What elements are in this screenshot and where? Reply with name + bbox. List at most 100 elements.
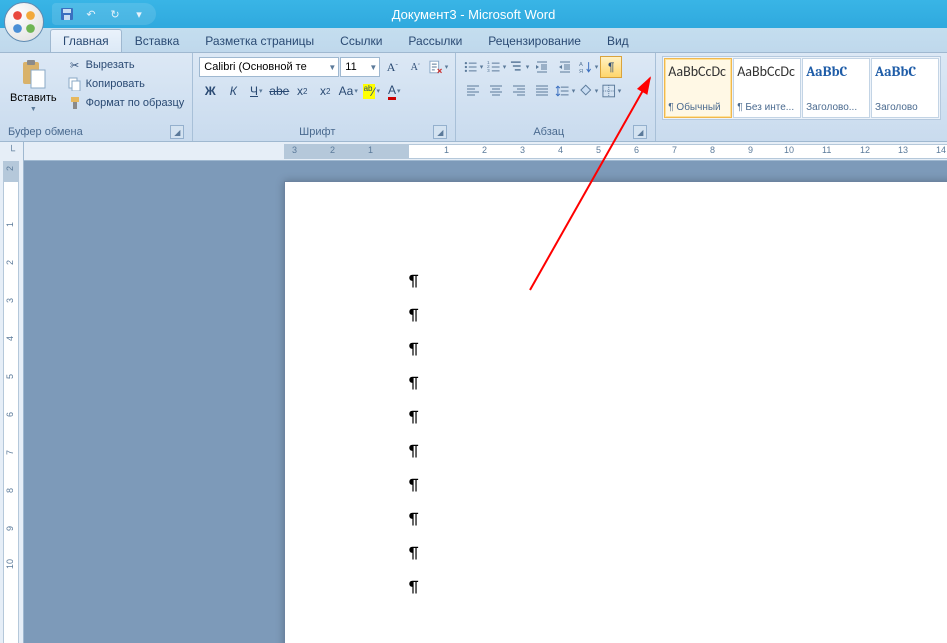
- ruler-num: 10: [784, 145, 794, 155]
- shading-button[interactable]: [577, 80, 599, 102]
- ruler-num: 10: [5, 559, 15, 569]
- decrease-indent-button[interactable]: [531, 56, 553, 78]
- ruler-num: 2: [330, 145, 335, 155]
- strikethrough-button[interactable]: abe: [268, 80, 290, 102]
- ruler-num: 6: [5, 412, 15, 417]
- tab-insert[interactable]: Вставка: [122, 29, 193, 52]
- tab-references[interactable]: Ссылки: [327, 29, 395, 52]
- style-preview: AaBbCcDc: [668, 63, 728, 80]
- document-area[interactable]: ¶¶¶¶¶¶¶¶¶¶: [24, 161, 947, 643]
- ruler-num: 13: [898, 145, 908, 155]
- ruler-num: 5: [596, 145, 601, 155]
- numbering-button[interactable]: 123: [485, 56, 507, 78]
- ruler-num: 2: [5, 166, 15, 171]
- svg-text:3: 3: [487, 68, 490, 74]
- redo-icon[interactable]: ↻: [106, 5, 124, 23]
- font-name-combo[interactable]: Calibri (Основной те▼: [199, 57, 339, 77]
- paste-button[interactable]: Вставить ▼: [6, 56, 61, 115]
- bullets-button[interactable]: [462, 56, 484, 78]
- increase-indent-button[interactable]: [554, 56, 576, 78]
- ruler-num: 8: [5, 488, 15, 493]
- paragraph-mark: ¶: [409, 306, 947, 340]
- clear-formatting-button[interactable]: [427, 56, 449, 78]
- underline-button[interactable]: Ч: [245, 80, 267, 102]
- style-preview: AaBbC: [875, 63, 935, 80]
- multilevel-list-button[interactable]: [508, 56, 530, 78]
- superscript-button[interactable]: x2: [314, 80, 336, 102]
- show-hide-marks-button[interactable]: ¶: [600, 56, 622, 78]
- tab-view[interactable]: Вид: [594, 29, 642, 52]
- title-bar: ↶ ↻ ▾ Документ3 - Microsoft Word: [0, 0, 947, 28]
- ruler-num: 3: [520, 145, 525, 155]
- grow-font-button[interactable]: Aˆ: [381, 56, 403, 78]
- paragraph-mark: ¶: [409, 544, 947, 578]
- ruler-num: 8: [710, 145, 715, 155]
- vertical-ruler[interactable]: 2 1 2 3 4 5 6 7 8 9 10: [0, 161, 24, 643]
- format-painter-button[interactable]: Формат по образцу: [65, 94, 187, 112]
- paragraph-mark: ¶: [409, 374, 947, 408]
- paragraph-mark: ¶: [409, 510, 947, 544]
- ruler-num: 1: [368, 145, 373, 155]
- group-clipboard: Вставить ▼ ✂ Вырезать Копировать: [0, 53, 193, 141]
- italic-button[interactable]: К: [222, 80, 244, 102]
- ruler-num: 7: [672, 145, 677, 155]
- style-normal[interactable]: AaBbCcDc ¶ Обычный: [664, 58, 732, 118]
- style-name: Заголово: [875, 102, 935, 113]
- ruler-num: 4: [558, 145, 563, 155]
- align-right-button[interactable]: [508, 80, 530, 102]
- ruler-num: 3: [292, 145, 297, 155]
- tab-review[interactable]: Рецензирование: [475, 29, 594, 52]
- group-styles: AaBbCcDc ¶ Обычный AaBbCcDc ¶ Без инте..…: [656, 53, 947, 141]
- style-heading1[interactable]: AaBbC Заголово...: [802, 58, 870, 118]
- page[interactable]: ¶¶¶¶¶¶¶¶¶¶: [284, 181, 947, 643]
- ruler-num: 7: [5, 450, 15, 455]
- tab-mailings[interactable]: Рассылки: [395, 29, 475, 52]
- copy-label: Копировать: [86, 78, 145, 90]
- align-left-button[interactable]: [462, 80, 484, 102]
- office-button[interactable]: [4, 2, 44, 42]
- align-center-button[interactable]: [485, 80, 507, 102]
- paragraph-mark: ¶: [409, 442, 947, 476]
- highlight-button[interactable]: ab⁄: [360, 80, 382, 102]
- tab-home[interactable]: Главная: [50, 29, 122, 52]
- quick-access-toolbar: ↶ ↻ ▾: [52, 3, 156, 25]
- ruler-num: 5: [5, 374, 15, 379]
- ribbon-tabs: Главная Вставка Разметка страницы Ссылки…: [0, 28, 947, 53]
- tab-selector[interactable]: └: [0, 142, 24, 161]
- ruler-num: 9: [5, 526, 15, 531]
- style-heading2[interactable]: AaBbC Заголово: [871, 58, 939, 118]
- cut-button[interactable]: ✂ Вырезать: [65, 56, 187, 74]
- paragraph-mark: ¶: [409, 578, 947, 612]
- bold-button[interactable]: Ж: [199, 80, 221, 102]
- borders-button[interactable]: [600, 80, 622, 102]
- undo-icon[interactable]: ↶: [82, 5, 100, 23]
- copy-button[interactable]: Копировать: [65, 75, 187, 93]
- font-size-combo[interactable]: 11▼: [340, 57, 380, 77]
- change-case-button[interactable]: Aa: [337, 80, 359, 102]
- horizontal-ruler[interactable]: 3 2 1 1 2 3 4 5 6 7 8 9 10 11 12 13 14: [24, 142, 947, 160]
- save-icon[interactable]: [58, 5, 76, 23]
- style-no-spacing[interactable]: AaBbCcDc ¶ Без инте...: [733, 58, 801, 118]
- line-spacing-button[interactable]: [554, 80, 576, 102]
- shrink-font-button[interactable]: Aˇ: [404, 56, 426, 78]
- subscript-button[interactable]: x2: [291, 80, 313, 102]
- styles-gallery[interactable]: AaBbCcDc ¶ Обычный AaBbCcDc ¶ Без инте..…: [662, 56, 941, 120]
- horizontal-ruler-strip: └ 3 2 1 1 2 3 4 5 6 7 8 9 10 11 12 13 14: [0, 142, 947, 161]
- sort-button[interactable]: AЯ: [577, 56, 599, 78]
- qat-more-icon[interactable]: ▾: [130, 5, 148, 23]
- clipboard-launcher[interactable]: ◢: [170, 125, 184, 139]
- tab-page-layout[interactable]: Разметка страницы: [192, 29, 327, 52]
- group-font: Calibri (Основной те▼ 11▼ Aˆ Aˇ Ж К Ч ab…: [193, 53, 456, 141]
- ruler-num: 2: [5, 260, 15, 265]
- paragraph-launcher[interactable]: ◢: [633, 125, 647, 139]
- style-name: ¶ Обычный: [668, 102, 728, 113]
- font-launcher[interactable]: ◢: [433, 125, 447, 139]
- ruler-num: 12: [860, 145, 870, 155]
- style-name: Заголово...: [806, 102, 866, 113]
- style-preview: AaBbCcDc: [737, 63, 797, 80]
- paragraph-mark: ¶: [409, 272, 947, 306]
- group-paragraph: 123 AЯ ¶ Абзац ◢: [456, 53, 656, 141]
- font-color-button[interactable]: A: [383, 80, 405, 102]
- justify-button[interactable]: [531, 80, 553, 102]
- brush-icon: [67, 95, 83, 111]
